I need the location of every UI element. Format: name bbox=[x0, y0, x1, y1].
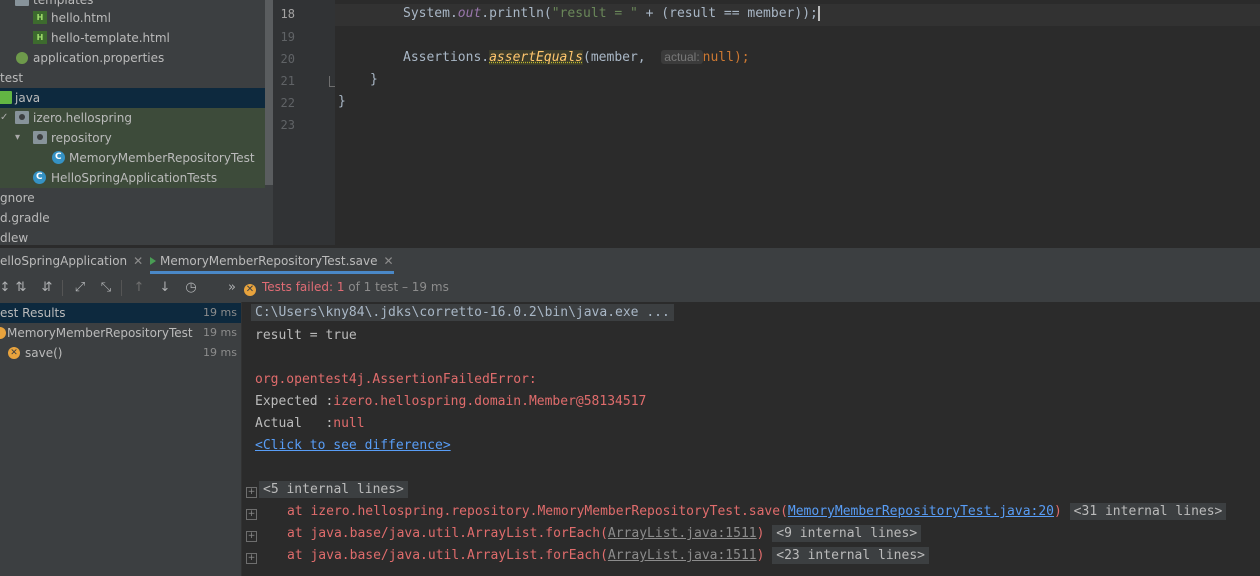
class-icon bbox=[52, 151, 65, 164]
editor-gutter: 18 19 20 21 22 23 bbox=[273, 0, 339, 245]
code-line-18: System.out.println("result = " + (result… bbox=[403, 6, 820, 21]
settings-file-icon bbox=[16, 52, 28, 64]
source-link[interactable]: ArrayList.java:1511 bbox=[608, 526, 757, 541]
project-scrollbar[interactable] bbox=[265, 0, 273, 185]
expand-icon[interactable]: + bbox=[246, 487, 257, 498]
tab-hello-spring-application[interactable]: elloSpringApplication ✕ bbox=[0, 248, 143, 274]
line-number: 19 bbox=[280, 30, 295, 44]
tree-item-gradlew[interactable]: dlew bbox=[0, 228, 265, 245]
tree-item-izero-hellospring[interactable]: ✓ izero.hellospring bbox=[0, 108, 265, 128]
tree-item-repository[interactable]: ▾ repository bbox=[0, 128, 265, 148]
tree-item-memory-member-repository-test[interactable]: MemoryMemberRepositoryTest bbox=[0, 148, 265, 168]
line-number: 20 bbox=[280, 52, 295, 66]
toolbar-separator bbox=[121, 280, 122, 296]
expand-icon[interactable]: + bbox=[246, 553, 257, 564]
line-number: 23 bbox=[280, 118, 295, 132]
test-results-root[interactable]: est Results 19 ms bbox=[0, 303, 241, 323]
sort-alpha-icon[interactable]: ⇅ bbox=[12, 279, 30, 297]
expected-line: Expected :izero.hellospring.domain.Membe… bbox=[255, 394, 647, 409]
folder-icon bbox=[15, 0, 29, 6]
code-line-20: Assertions.assertEquals(member, actual: n… bbox=[403, 50, 750, 65]
run-tabs: elloSpringApplication ✕ MemoryMemberRepos… bbox=[0, 248, 1260, 275]
fold-internal-lines[interactable]: <9 internal lines> bbox=[772, 525, 922, 542]
tree-item-application-properties[interactable]: application.properties bbox=[0, 48, 265, 68]
parameter-hint: actual: bbox=[661, 50, 703, 64]
failed-icon bbox=[0, 327, 6, 339]
previous-failed-icon[interactable]: ↑ bbox=[130, 279, 148, 297]
diff-link[interactable]: <Click to see difference> bbox=[255, 438, 451, 453]
close-icon[interactable]: ✕ bbox=[384, 254, 394, 268]
expand-icon[interactable]: + bbox=[246, 509, 257, 520]
stack-trace-line: at java.base/java.util.ArrayList.forEach… bbox=[287, 525, 922, 542]
actual-line: Actual :null bbox=[255, 416, 365, 431]
fold-internal-lines[interactable]: <23 internal lines> bbox=[772, 547, 929, 564]
stack-trace-line: at java.base/java.util.ArrayList.forEach… bbox=[287, 547, 929, 564]
code-line-22: } bbox=[338, 94, 346, 109]
next-failed-icon[interactable]: ↓ bbox=[156, 279, 174, 297]
fold-internal-lines[interactable]: <31 internal lines> bbox=[1069, 503, 1227, 520]
error-message: org.opentest4j.AssertionFailedError: bbox=[255, 372, 537, 387]
tree-item-hello-template-html[interactable]: H hello-template.html bbox=[0, 28, 265, 48]
tree-item-hello-html[interactable]: H hello.html bbox=[0, 8, 265, 28]
tree-item-gitignore[interactable]: gnore bbox=[0, 188, 265, 208]
html-file-icon: H bbox=[33, 11, 47, 24]
tree-item-java[interactable]: java bbox=[0, 88, 273, 108]
collapse-all-icon[interactable]: ⤡ bbox=[97, 279, 115, 297]
chevron-down-icon[interactable]: ✓ bbox=[0, 108, 8, 128]
chevron-down-icon[interactable]: ▾ bbox=[15, 128, 20, 148]
stack-trace-line: at izero.hellospring.repository.MemoryMe… bbox=[287, 503, 1227, 520]
folder-green-icon bbox=[0, 91, 12, 104]
code-line-21: } bbox=[370, 72, 378, 87]
class-icon bbox=[33, 171, 46, 184]
sort-duration-icon[interactable]: ⇵ bbox=[38, 279, 56, 297]
test-method-row[interactable]: ✕ save() 19 ms bbox=[0, 343, 241, 363]
line-number: 21 bbox=[280, 74, 295, 88]
package-icon bbox=[15, 111, 29, 124]
history-icon[interactable]: ◷ bbox=[182, 279, 200, 297]
failed-icon: ✕ bbox=[244, 284, 256, 296]
more-icon[interactable]: » bbox=[223, 279, 241, 297]
console-command[interactable]: C:\Users\kny84\.jdks\corretto-16.0.2\bin… bbox=[251, 304, 674, 321]
code-editor[interactable]: System.out.println("result = " + (result… bbox=[335, 0, 1260, 245]
tab-memory-member-repository-test-save[interactable]: MemoryMemberRepositoryTest.save ✕ bbox=[150, 248, 394, 274]
tree-item-hello-spring-application-tests[interactable]: HelloSpringApplicationTests bbox=[0, 168, 265, 188]
source-link[interactable]: ArrayList.java:1511 bbox=[608, 548, 757, 563]
failed-icon: ✕ bbox=[8, 347, 20, 359]
expand-all-icon[interactable]: ⤢ bbox=[71, 279, 89, 297]
close-icon[interactable]: ✕ bbox=[133, 254, 143, 268]
project-tree: templates H hello.html H hello-template.… bbox=[0, 0, 273, 245]
test-results-tree: est Results 19 ms MemoryMemberRepository… bbox=[0, 302, 242, 576]
run-config-icon bbox=[150, 257, 156, 265]
tree-item-build-gradle[interactable]: d.gradle bbox=[0, 208, 265, 228]
expand-icon[interactable]: + bbox=[246, 531, 257, 542]
text-cursor bbox=[817, 6, 820, 21]
source-link[interactable]: MemoryMemberRepositoryTest.java:20 bbox=[788, 504, 1054, 519]
tree-item-test[interactable]: test bbox=[0, 68, 265, 88]
toolbar-separator bbox=[62, 280, 63, 296]
run-toolbar: ↕ ⇅ ⇵ ⤢ ⤡ ↑ ↓ ◷ » bbox=[0, 274, 1260, 302]
console-output[interactable]: C:\Users\kny84\.jdks\corretto-16.0.2\bin… bbox=[242, 302, 1260, 576]
html-file-icon: H bbox=[33, 31, 47, 44]
test-status: ✕ Tests failed: 1 of 1 test – 19 ms bbox=[244, 280, 449, 296]
console-line: result = true bbox=[255, 328, 357, 343]
fold-internal-lines[interactable]: <5 internal lines> bbox=[259, 481, 408, 498]
package-icon bbox=[33, 131, 47, 144]
line-number: 22 bbox=[280, 96, 295, 110]
test-class-row[interactable]: MemoryMemberRepositoryTest 19 ms bbox=[0, 323, 241, 343]
line-number: 18 bbox=[280, 7, 295, 21]
